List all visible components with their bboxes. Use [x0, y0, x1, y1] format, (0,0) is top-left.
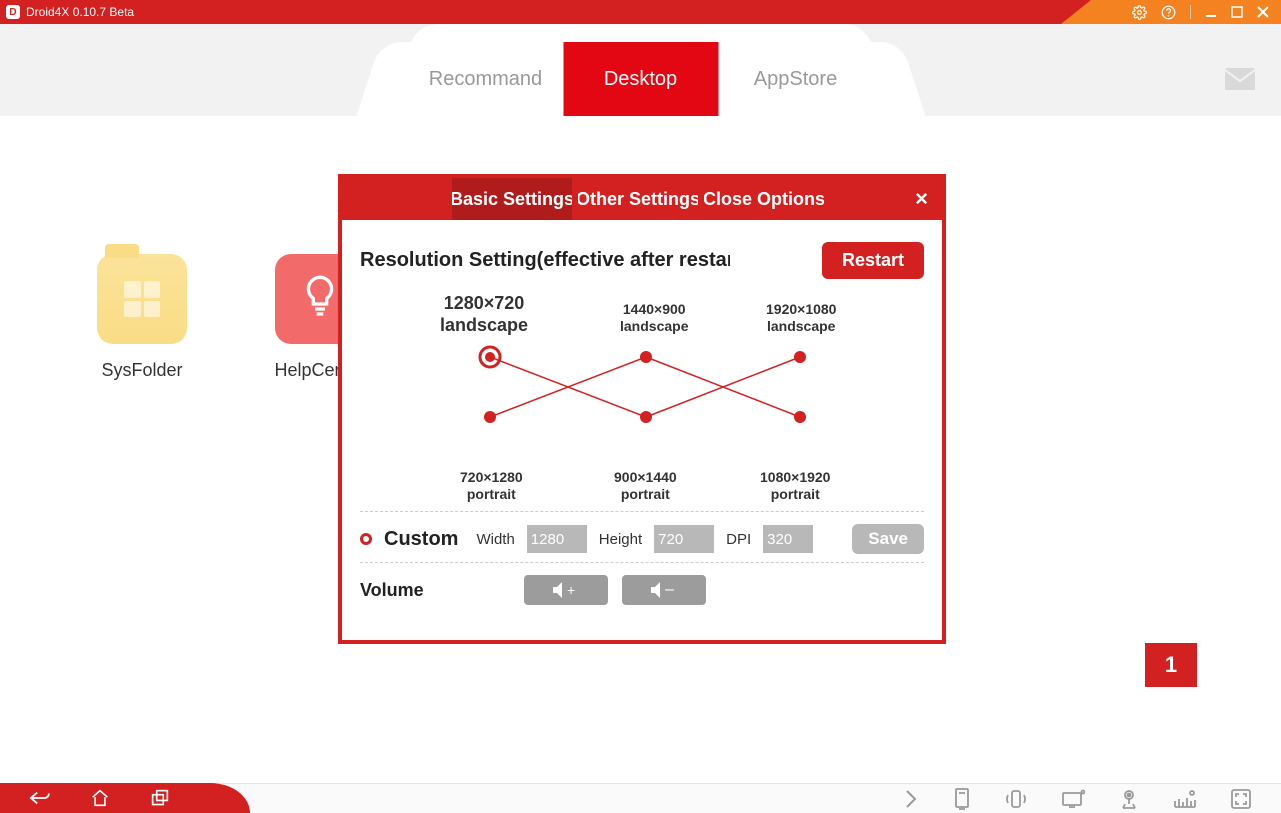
res-option-900x1440-portrait[interactable]: 900×1440portrait: [614, 469, 677, 503]
app-title: Droid4X 0.10.7 Beta: [26, 5, 134, 19]
res-option-1280x720-landscape[interactable]: 1280×720landscape: [440, 293, 528, 336]
maximize-button[interactable]: [1231, 6, 1243, 18]
device-icon[interactable]: [953, 788, 971, 810]
desktop-icon-sysfolder[interactable]: SysFolder: [88, 254, 196, 381]
desktop-icon-label: SysFolder: [88, 360, 196, 381]
screenshot-icon[interactable]: [1061, 789, 1085, 809]
location-icon[interactable]: [1119, 788, 1139, 810]
recent-apps-icon[interactable]: [150, 789, 170, 807]
volume-down-button[interactable]: –: [622, 575, 706, 605]
window-controls: [1061, 0, 1281, 24]
dpi-input[interactable]: [763, 525, 813, 553]
svg-text:–: –: [665, 581, 674, 598]
settings-gear-icon[interactable]: [1132, 5, 1147, 20]
svg-text:+: +: [567, 582, 575, 598]
close-button[interactable]: [1257, 6, 1269, 18]
custom-resolution-row: Custom Width Height DPI Save: [360, 524, 924, 554]
height-label: Height: [599, 531, 642, 548]
volume-label: Volume: [360, 580, 510, 601]
custom-radio[interactable]: [360, 533, 372, 545]
forward-icon[interactable]: [903, 789, 919, 809]
notification-badge[interactable]: 1: [1145, 643, 1197, 687]
dialog-close-icon[interactable]: ×: [915, 186, 928, 212]
back-icon[interactable]: [28, 789, 50, 807]
dialog-tab-other[interactable]: Other Settings: [578, 178, 698, 220]
resolution-section-title: Resolution Setting(effective after resta…: [360, 249, 730, 272]
tab-appstore[interactable]: AppStore: [718, 42, 873, 116]
res-option-1080x1920-portrait[interactable]: 1080×1920portrait: [760, 469, 830, 503]
tab-recommand[interactable]: Recommand: [408, 42, 563, 116]
folder-icon: [97, 254, 187, 344]
app-logo: D: [6, 5, 20, 19]
dialog-tab-close-options[interactable]: Close Options: [704, 178, 824, 220]
main-tabs: Recommand Desktop AppStore: [408, 24, 873, 116]
titlebar: D Droid4X 0.10.7 Beta: [0, 0, 1281, 24]
restart-button[interactable]: Restart: [822, 242, 924, 279]
res-option-720x1280-portrait[interactable]: 720×1280portrait: [460, 469, 523, 503]
tab-background: Recommand Desktop AppStore: [0, 24, 1281, 116]
nav-controls: [0, 783, 250, 813]
mail-icon[interactable]: [1225, 68, 1255, 95]
save-button[interactable]: Save: [852, 524, 924, 554]
bottom-toolbar: [0, 783, 1281, 813]
res-option-1440x900-landscape[interactable]: 1440×900landscape: [620, 301, 688, 335]
shake-icon[interactable]: [1005, 788, 1027, 810]
keyboard-icon[interactable]: [1173, 789, 1197, 809]
minimize-button[interactable]: [1205, 6, 1217, 18]
tab-desktop[interactable]: Desktop: [563, 42, 718, 116]
help-icon[interactable]: [1161, 5, 1176, 20]
dialog-header: Basic Settings Other Settings Close Opti…: [342, 178, 942, 220]
home-icon[interactable]: [90, 789, 110, 807]
width-label: Width: [476, 531, 514, 548]
width-input[interactable]: [527, 525, 587, 553]
height-input[interactable]: [654, 525, 714, 553]
res-option-1920x1080-landscape[interactable]: 1920×1080landscape: [766, 301, 836, 335]
resolution-graph: 1280×720landscape 1440×900landscape 1920…: [400, 293, 904, 503]
dialog-body: Resolution Setting(effective after resta…: [342, 220, 942, 615]
divider: [360, 562, 924, 563]
dialog-tab-basic[interactable]: Basic Settings: [452, 178, 572, 220]
desktop-icons: SysFolder HelpCenter: [88, 254, 374, 381]
fullscreen-icon[interactable]: [1231, 789, 1251, 809]
main-area: Recommand Desktop AppStore SysFolder Hel…: [0, 24, 1281, 783]
dpi-label: DPI: [726, 531, 751, 548]
volume-up-button[interactable]: +: [524, 575, 608, 605]
settings-dialog: Basic Settings Other Settings Close Opti…: [338, 174, 946, 644]
divider: [360, 511, 924, 512]
volume-row: Volume + –: [360, 575, 924, 605]
dialog-tabs: Basic Settings Other Settings Close Opti…: [452, 178, 824, 220]
divider: [1190, 5, 1191, 19]
custom-label: Custom: [384, 528, 458, 551]
